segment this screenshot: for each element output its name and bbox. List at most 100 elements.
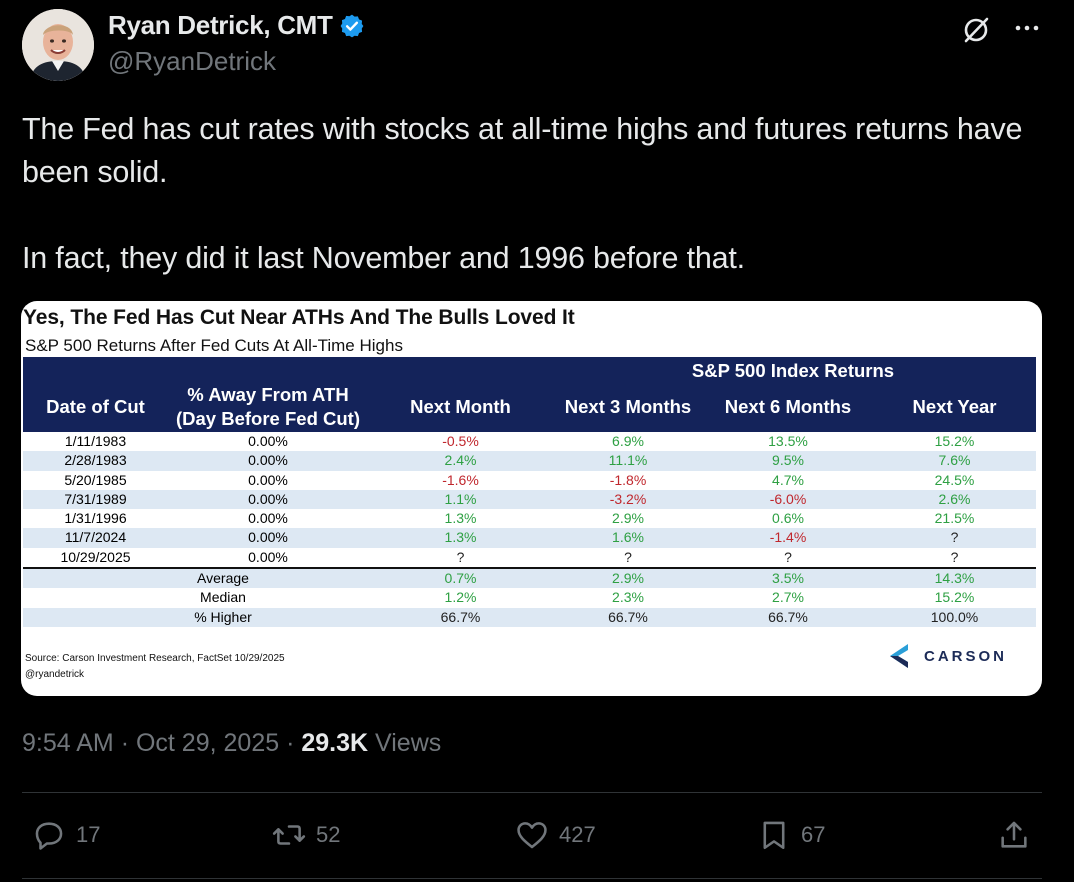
date-cell: 1/11/1983	[64, 433, 127, 449]
next-year-cell: 24.5%	[934, 471, 975, 488]
next-6-months-cell: 2.7%	[772, 589, 804, 606]
bookmark-button[interactable]: 67	[757, 818, 825, 852]
next-month-cell: 1.2%	[444, 589, 477, 606]
next-3-months-cell: 2.3%	[612, 589, 644, 606]
next-month-cell: -0.5%	[442, 433, 479, 449]
next-6-months-cell: 4.7%	[772, 471, 804, 488]
tweet-paragraph: In fact, they did it last November and 1…	[22, 241, 745, 275]
summary-row: Average 0.7% 2.9% 3.5% 14.3%	[23, 567, 1036, 589]
header-next-3-months: Next 3 Months	[564, 396, 692, 417]
table-row: 1/11/1983 0.00% -0.5% 6.9% 13.5% 15.2%	[23, 432, 1036, 451]
next-year-cell: 15.2%	[934, 589, 975, 606]
next-month-cell: 1.3%	[444, 529, 477, 546]
carson-logo-text: CARSON	[924, 647, 1008, 665]
away-cell: 0.00%	[248, 452, 288, 469]
reply-button[interactable]: 17	[32, 818, 100, 852]
date-cell: 10/29/2025	[60, 548, 131, 565]
tweet-image[interactable]: Yes, The Fed Has Cut Near ATHs And The B…	[21, 301, 1042, 696]
next-3-months-cell: ?	[624, 548, 632, 565]
header-away: % Away From ATH (Day Before Fed Cut)	[168, 383, 368, 431]
header-away-line2: (Day Before Fed Cut)	[176, 408, 360, 429]
away-cell: 0.00%	[248, 471, 288, 488]
next-6-months-cell: 9.5%	[772, 452, 804, 469]
next-6-months-cell: ?	[784, 548, 792, 565]
header-group-label: S&P 500 Index Returns	[691, 360, 895, 381]
next-year-cell: 2.6%	[938, 490, 971, 507]
source-text: Source: Carson Investment Research, Fact…	[25, 653, 285, 664]
header-next-month: Next Month	[410, 396, 511, 417]
next-year-cell: ?	[950, 529, 959, 546]
next-year-cell: 100.0%	[930, 608, 979, 625]
next-month-cell: ?	[456, 548, 465, 565]
header-next-6-months: Next 6 Months	[724, 396, 852, 417]
more-icon[interactable]	[1013, 18, 1041, 38]
repost-button[interactable]: 52	[272, 818, 340, 852]
next-month-cell: 1.3%	[444, 510, 477, 527]
tweet-date[interactable]: Oct 29, 2025	[136, 729, 279, 757]
verified-badge-icon[interactable]	[339, 13, 365, 39]
share-button[interactable]	[997, 818, 1031, 852]
tweet-time[interactable]: 9:54 AM	[22, 729, 114, 757]
next-month-cell: 1.1%	[444, 490, 477, 507]
away-cell: 0.00%	[248, 548, 288, 565]
table-row: 5/20/1985 0.00% -1.6% -1.8% 4.7% 24.5%	[23, 471, 1036, 490]
image-title: Yes, The Fed Has Cut Near ATHs And The B…	[23, 306, 575, 329]
grok-icon[interactable]	[960, 14, 992, 46]
away-cell: 0.00%	[248, 490, 288, 507]
table-header: S&P 500 Index Returns Date of Cut % Away…	[23, 357, 1036, 432]
divider	[22, 792, 1042, 793]
summary-label: Median	[200, 589, 246, 606]
next-3-months-cell: -3.2%	[609, 490, 647, 507]
next-3-months-cell: -1.8%	[609, 471, 647, 488]
table-row: 1/31/1996 0.00% 1.3% 2.9% 0.6% 21.5%	[23, 509, 1036, 528]
next-year-cell: 14.3%	[934, 570, 975, 587]
next-3-months-cell: 11.1%	[608, 452, 648, 469]
tweet-meta: 9:54 AM · Oct 29, 2025 · 29.3K Views	[22, 729, 441, 758]
meta-separator: ·	[286, 729, 302, 757]
tweet-paragraph: The Fed has cut rates with stocks at all…	[22, 112, 1023, 189]
next-year-cell: 15.2%	[934, 433, 975, 449]
next-3-months-cell: 2.9%	[612, 570, 644, 587]
next-month-cell: -1.6%	[442, 471, 479, 488]
bookmark-icon	[763, 821, 785, 850]
next-6-months-cell: 13.5%	[768, 433, 808, 449]
next-3-months-cell: 6.9%	[612, 433, 644, 449]
summary-label: Average	[197, 570, 249, 587]
author-handle[interactable]: @RyanDetrick	[108, 46, 276, 77]
date-cell: 5/20/1985	[64, 471, 127, 488]
summary-row: Median 1.2% 2.3% 2.7% 15.2%	[23, 588, 1036, 607]
divider	[22, 878, 1042, 879]
views-label: Views	[375, 729, 442, 757]
table-row: 11/7/2024 0.00% 1.3% 1.6% -1.4%?	[23, 528, 1036, 548]
away-cell: 0.00%	[248, 529, 288, 546]
header-next-year: Next Year	[912, 396, 997, 417]
table-row: 2/28/1983 0.00% 2.4% 11.1% 9.5% 7.6%	[23, 451, 1036, 471]
next-3-months-cell: 66.7%	[608, 608, 648, 625]
next-6-months-cell: 3.5%	[772, 570, 804, 587]
repost-icon	[272, 825, 306, 845]
views-count: 29.3K	[301, 729, 369, 757]
meta-separator: ·	[120, 729, 136, 757]
reply-icon	[35, 822, 63, 850]
avatar-photo	[22, 9, 94, 81]
header-date: Date of Cut	[46, 396, 145, 417]
next-6-months-cell: -6.0%	[769, 490, 807, 507]
carson-logo-icon	[890, 644, 908, 668]
date-cell: 2/28/1983	[64, 452, 127, 469]
tweet-text: The Fed has cut rates with stocks at all…	[22, 108, 1042, 280]
share-icon	[1001, 821, 1027, 848]
author-display-name[interactable]: Ryan Detrick, CMT	[108, 10, 333, 41]
next-6-months-cell: 0.6%	[772, 510, 804, 527]
image-subtitle: S&P 500 Returns After Fed Cuts At All-Ti…	[25, 336, 403, 355]
image-source: Source: Carson Investment Research, Fact…	[25, 651, 285, 683]
avatar[interactable]	[22, 9, 94, 81]
date-cell: 7/31/1989	[64, 490, 127, 507]
next-year-cell: 21.5%	[934, 510, 975, 527]
like-count: 427	[559, 822, 596, 847]
table-body: 1/11/1983 0.00% -0.5% 6.9% 13.5% 15.2% 2/28/19…	[23, 432, 1036, 627]
like-button[interactable]: 427	[515, 818, 596, 852]
bookmark-count: 67	[801, 822, 826, 847]
repost-count: 52	[316, 822, 341, 847]
date-cell: 11/7/2024	[64, 529, 127, 546]
date-cell: 1/31/1996	[64, 510, 127, 527]
